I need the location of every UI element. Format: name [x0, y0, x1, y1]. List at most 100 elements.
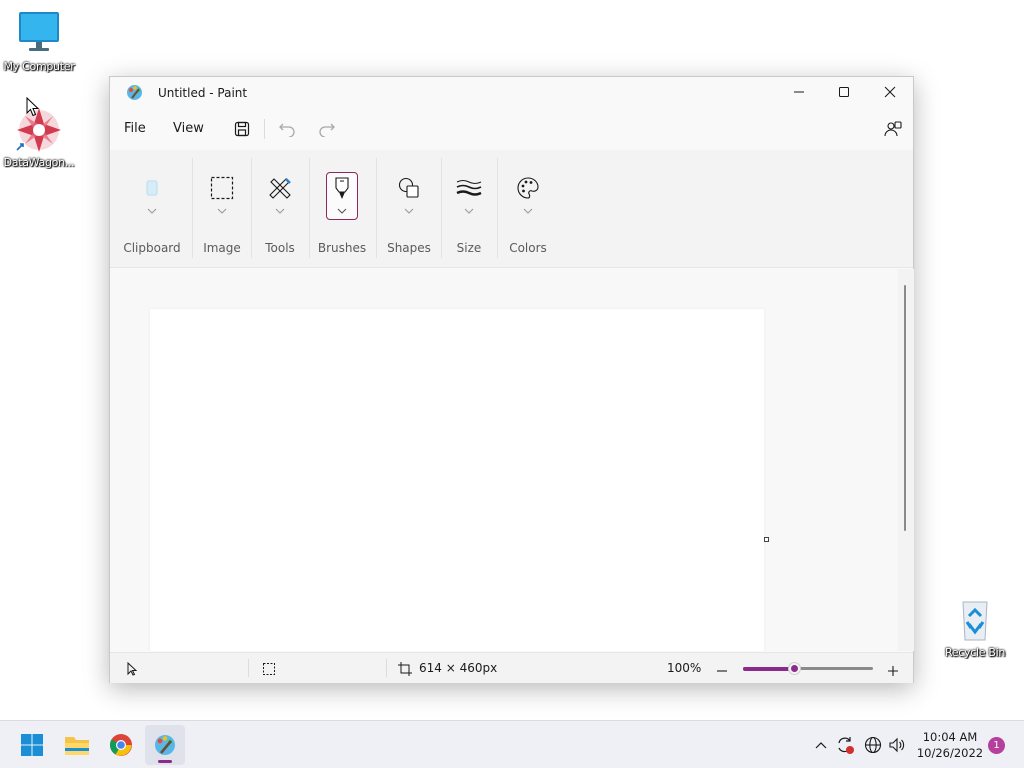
- chevron-down-icon: [275, 208, 285, 214]
- undo-icon: [279, 123, 295, 137]
- speaker-icon: [889, 737, 905, 753]
- undo-button[interactable]: [276, 118, 298, 140]
- brush-icon: [326, 172, 358, 204]
- selection-icon: [206, 172, 238, 204]
- chevron-down-icon: [523, 208, 533, 214]
- desktop-icon-my-computer[interactable]: My Computer: [0, 10, 78, 73]
- clipboard-icon: [136, 172, 168, 204]
- ribbon-group-label: Tools: [265, 241, 295, 255]
- ribbon-separator: [309, 158, 310, 258]
- palette-icon: [512, 172, 544, 204]
- menu-bar: File View: [110, 111, 913, 147]
- ribbon-group-image[interactable]: Image: [198, 150, 246, 268]
- taskbar-clock[interactable]: 10:04 AM 10/26/2022: [915, 729, 985, 761]
- ribbon-group-shapes[interactable]: Shapes: [382, 150, 436, 268]
- zoom-slider[interactable]: [743, 663, 873, 674]
- paint-app-icon: [126, 84, 143, 101]
- ribbon-group-brushes[interactable]: Brushes: [315, 150, 369, 268]
- minus-icon: [717, 670, 727, 672]
- chrome-icon: [110, 734, 132, 756]
- zoom-slider-thumb[interactable]: [789, 663, 800, 674]
- ribbon-separator: [192, 158, 193, 258]
- chevron-down-icon: [337, 208, 347, 214]
- canvas-size-icon: [398, 661, 412, 680]
- redo-icon: [319, 123, 335, 137]
- taskbar-chrome[interactable]: [101, 725, 141, 765]
- canvas-resize-handle[interactable]: [764, 537, 769, 542]
- taskbar-paint[interactable]: [145, 725, 185, 765]
- paint-window: Untitled - Paint File View Clipboard Ima…: [109, 76, 914, 683]
- folder-icon: [65, 737, 89, 755]
- status-bar: 614 × 460px 100%: [110, 652, 913, 683]
- ribbon-separator: [497, 158, 498, 258]
- zoom-percentage[interactable]: 100%: [667, 661, 701, 675]
- mouse-cursor-icon: [26, 96, 40, 121]
- menu-view[interactable]: View: [173, 111, 204, 147]
- monitor-icon: [15, 10, 63, 58]
- vertical-scrollbar[interactable]: [898, 269, 914, 651]
- globe-icon: [864, 736, 882, 754]
- minimize-button[interactable]: [776, 77, 822, 107]
- redo-button[interactable]: [316, 118, 338, 140]
- zoom-in-button[interactable]: [887, 662, 899, 681]
- ribbon-group-tools[interactable]: Tools: [256, 150, 304, 268]
- taskbar-file-explorer[interactable]: [57, 725, 97, 765]
- window-title: Untitled - Paint: [158, 86, 248, 100]
- maximize-button[interactable]: [821, 77, 867, 107]
- canvas-size-text: 614 × 460px: [419, 661, 498, 675]
- minimize-icon: [794, 91, 804, 93]
- show-hidden-icons-button[interactable]: [811, 735, 831, 755]
- scrollbar-thumb[interactable]: [904, 285, 906, 531]
- ribbon-group-size[interactable]: Size: [446, 150, 492, 268]
- maximize-icon: [839, 87, 849, 97]
- title-bar[interactable]: Untitled - Paint: [110, 77, 913, 109]
- chevron-down-icon: [147, 208, 157, 214]
- save-icon: [234, 121, 250, 137]
- volume-button[interactable]: [887, 735, 907, 755]
- ribbon-group-clipboard[interactable]: Clipboard: [120, 150, 184, 268]
- zoom-out-button[interactable]: [716, 662, 728, 681]
- ribbon: Clipboard Image Tools Brushes Shapes Siz…: [110, 150, 913, 268]
- ribbon-group-label: Brushes: [317, 241, 367, 255]
- save-button[interactable]: [231, 118, 253, 140]
- clock-time: 10:04 AM: [922, 730, 978, 744]
- datawagon-logo-icon: [15, 106, 63, 154]
- ribbon-group-label: Clipboard: [123, 241, 181, 255]
- zoom-slider-fill: [743, 666, 795, 671]
- desktop-icon-recycle-bin[interactable]: Recycle Bin: [936, 596, 1014, 659]
- clock-date: 10/26/2022: [916, 746, 984, 760]
- recycle-bin-icon: [951, 596, 999, 644]
- status-separator: [248, 659, 249, 677]
- account-button[interactable]: [882, 118, 904, 140]
- close-button[interactable]: [867, 77, 913, 107]
- pencil-icon: [264, 172, 296, 204]
- desktop-icon-label: Recycle Bin: [944, 646, 1006, 659]
- selection-size-icon: [262, 661, 276, 680]
- desktop-icon-datawagon[interactable]: DataWagon...: [0, 106, 78, 169]
- chevron-down-icon: [404, 208, 414, 214]
- menu-file[interactable]: File: [124, 111, 146, 147]
- status-separator: [386, 659, 387, 677]
- chevron-up-icon: [815, 742, 827, 749]
- sync-status-button[interactable]: [835, 735, 855, 755]
- ribbon-group-label: Image: [203, 241, 241, 255]
- chevron-down-icon: [464, 208, 474, 214]
- ribbon-group-label: Colors: [509, 241, 547, 255]
- ribbon-group-label: Shapes: [387, 241, 431, 255]
- ribbon-group-colors[interactable]: Colors: [502, 150, 554, 268]
- canvas-area: [110, 269, 898, 651]
- plus-icon: [888, 666, 898, 676]
- line-size-icon: [453, 172, 485, 204]
- windows-logo-icon: [21, 734, 43, 756]
- chevron-down-icon: [217, 208, 227, 214]
- network-button[interactable]: [863, 735, 883, 755]
- cursor-position-icon: [126, 661, 138, 680]
- notification-badge[interactable]: 1: [988, 737, 1005, 754]
- ribbon-separator: [251, 158, 252, 258]
- start-button[interactable]: [12, 725, 52, 765]
- ribbon-separator: [441, 158, 442, 258]
- ribbon-group-label: Size: [456, 241, 482, 255]
- drawing-canvas[interactable]: [150, 309, 764, 651]
- taskbar: 10:04 AM 10/26/2022 1: [0, 720, 1024, 768]
- account-icon: [884, 121, 902, 137]
